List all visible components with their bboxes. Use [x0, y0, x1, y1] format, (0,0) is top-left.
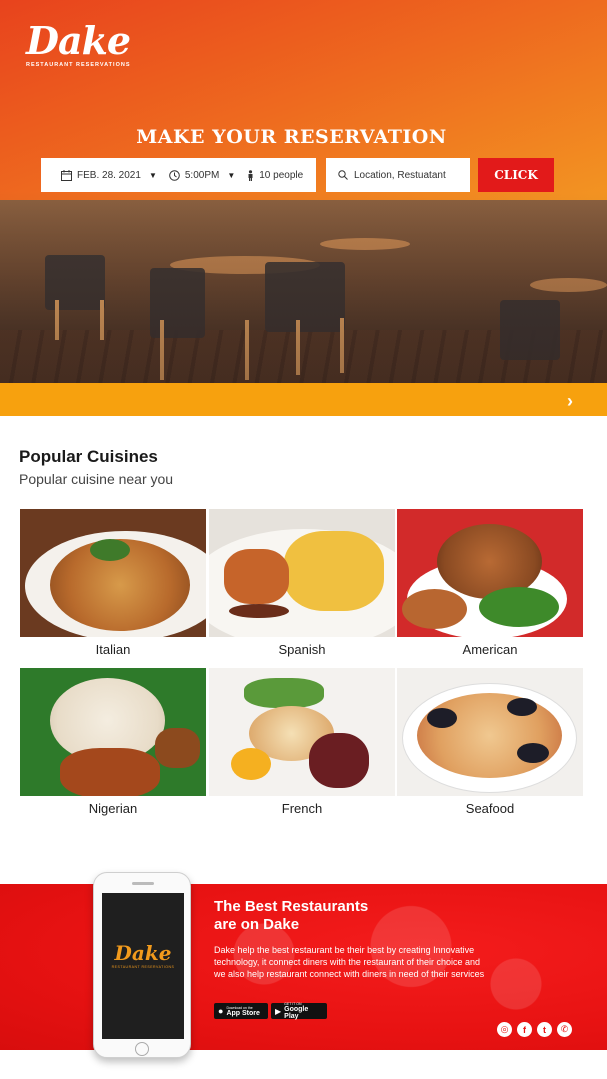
play-icon: ▶ — [275, 1006, 282, 1016]
chair-leg-decor — [245, 320, 249, 380]
date-value: FEB. 28. 2021 — [77, 169, 141, 181]
location-input[interactable]: Location, Restuatant — [354, 170, 446, 181]
app-store-label: App Store — [226, 1009, 260, 1017]
chair-leg-decor — [55, 300, 59, 340]
phone-logo: Dake — [114, 941, 172, 965]
app-store-button[interactable]: ● Download on the App Store — [214, 1003, 268, 1019]
apple-icon: ● — [218, 1006, 224, 1016]
instagram-icon[interactable]: ◎ — [497, 1022, 512, 1037]
chair-decor — [500, 300, 560, 360]
whatsapp-icon[interactable]: ✆ — [557, 1022, 572, 1037]
phone-screen: Dake RESTAURANT RESERVATIONS — [102, 893, 184, 1039]
google-play-button[interactable]: ▶ GET IT ON Google Play — [271, 1002, 327, 1020]
table-decor — [530, 278, 607, 292]
party-size-picker[interactable]: 10 people — [247, 170, 303, 181]
phone-mockup: Dake RESTAURANT RESERVATIONS — [93, 872, 191, 1058]
logo-tagline: RESTAURANT RESERVATIONS — [26, 62, 131, 68]
chair-leg-decor — [340, 318, 344, 373]
time-picker[interactable]: 5:00PM ▼ — [169, 170, 241, 181]
cuisine-label: French — [281, 801, 323, 816]
chevron-down-icon[interactable]: ▼ — [149, 171, 157, 180]
google-play-label: Google Play — [284, 1006, 309, 1020]
cuisine-image — [20, 668, 206, 796]
time-value: 5:00PM — [184, 169, 220, 181]
phone-logo-tagline: RESTAURANT RESERVATIONS — [111, 965, 175, 969]
banner-title-line1: The Best Restaurants — [214, 898, 369, 915]
facebook-icon[interactable]: f — [517, 1022, 532, 1037]
search-button[interactable]: CLICK — [478, 158, 554, 192]
cuisine-image — [209, 509, 395, 637]
hero-section: Dake RESTAURANT RESERVATIONS MAKE YOUR R… — [0, 0, 607, 383]
chair-leg-decor — [160, 320, 164, 380]
cuisine-card-seafood[interactable]: Seafood — [397, 668, 583, 816]
location-search[interactable]: Location, Restuatant — [326, 158, 470, 192]
chair-decor — [150, 268, 205, 338]
person-icon — [248, 169, 253, 181]
promo-strip: › — [0, 383, 607, 416]
cuisine-card-nigerian[interactable]: Nigerian — [20, 668, 206, 816]
cuisine-image — [20, 509, 206, 637]
date-picker[interactable]: FEB. 28. 2021 ▼ — [61, 169, 163, 181]
cuisine-card-american[interactable]: American — [397, 509, 583, 657]
twitter-icon[interactable]: t — [537, 1022, 552, 1037]
chevron-right-icon[interactable]: › — [567, 391, 573, 412]
banner-title: The Best Restaurants are on Dake — [214, 898, 474, 934]
chair-leg-decor — [100, 300, 104, 340]
chair-decor — [265, 262, 345, 332]
section-subtitle: Popular cuisine near you — [19, 471, 174, 487]
chair-decor — [45, 255, 105, 310]
cuisine-image — [397, 668, 583, 796]
banner-description: Dake help the best restaurant be their b… — [214, 945, 485, 979]
home-button-icon — [135, 1042, 149, 1056]
chair-leg-decor — [296, 320, 300, 375]
chevron-down-icon[interactable]: ▼ — [227, 171, 235, 180]
cuisine-card-french[interactable]: French — [209, 668, 395, 816]
brand-logo[interactable]: Dake RESTAURANT RESERVATIONS — [26, 18, 131, 69]
party-size-value: 10 people — [259, 169, 304, 181]
cuisine-image — [397, 509, 583, 637]
cuisine-label: Spanish — [278, 642, 326, 657]
calendar-icon — [61, 169, 72, 181]
cuisine-label: Nigerian — [88, 801, 138, 816]
banner-title-line2: are on Dake — [214, 916, 300, 933]
cuisine-card-spanish[interactable]: Spanish — [209, 509, 395, 657]
logo-wordmark: Dake — [26, 18, 131, 63]
table-decor — [320, 238, 410, 250]
cuisine-label: American — [462, 642, 518, 657]
cuisine-card-italian[interactable]: Italian — [20, 509, 206, 657]
cuisine-label: Italian — [95, 642, 131, 657]
clock-icon — [169, 169, 180, 181]
search-icon — [338, 170, 348, 180]
cuisine-label: Seafood — [465, 801, 515, 816]
cuisine-image — [209, 668, 395, 796]
reservation-form: FEB. 28. 2021 ▼ 5:00PM ▼ 10 people — [41, 158, 316, 192]
section-title: Popular Cuisines — [19, 447, 158, 466]
hero-title: MAKE YOUR RESERVATION — [136, 126, 447, 148]
